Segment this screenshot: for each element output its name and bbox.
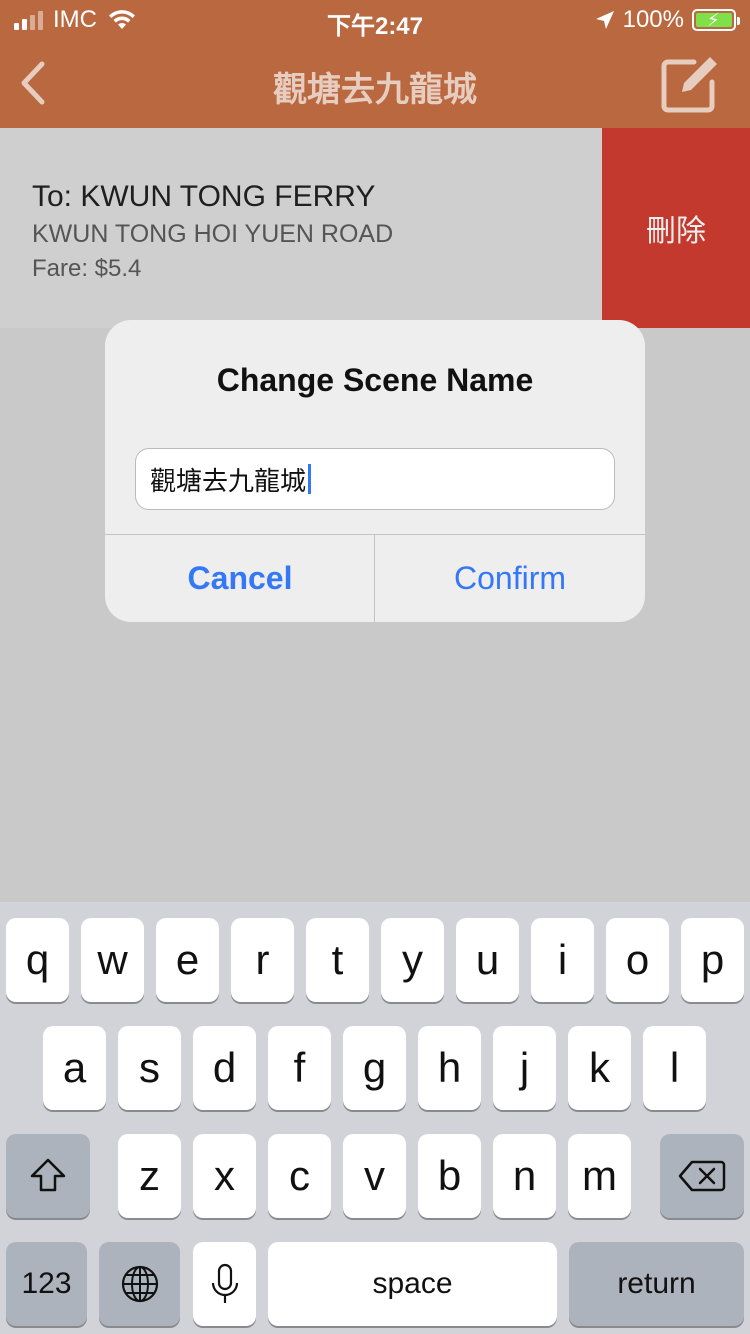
key-y[interactable]: y <box>381 918 444 1002</box>
delete-key[interactable] <box>660 1134 744 1218</box>
microphone-icon <box>211 1263 238 1303</box>
scene-name-input[interactable]: 觀塘去九龍城 <box>135 448 615 510</box>
key-x[interactable]: x <box>193 1134 256 1218</box>
status-bar: IMC 下午2:47 100% ⚡ <box>0 0 750 40</box>
key-a[interactable]: a <box>43 1026 106 1110</box>
route-list-item[interactable]: To: KWUN TONG FERRY KWUN TONG HOI YUEN R… <box>0 128 602 328</box>
key-o[interactable]: o <box>606 918 669 1002</box>
stop-name-label: KWUN TONG HOI YUEN ROAD <box>32 220 394 248</box>
key-k[interactable]: k <box>568 1026 631 1110</box>
key-h[interactable]: h <box>418 1026 481 1110</box>
battery-percentage: 100% <box>622 6 684 33</box>
key-n[interactable]: n <box>493 1134 556 1218</box>
key-l[interactable]: l <box>643 1026 706 1110</box>
navigation-bar: 觀塘去九龍城 <box>0 40 750 128</box>
space-key[interactable]: space <box>268 1242 557 1326</box>
page-title: 觀塘去九龍城 <box>273 71 477 109</box>
battery-icon: ⚡ <box>692 9 740 31</box>
status-left: IMC <box>14 6 137 34</box>
key-j[interactable]: j <box>493 1026 556 1110</box>
key-s[interactable]: s <box>118 1026 181 1110</box>
key-g[interactable]: g <box>343 1026 406 1110</box>
location-arrow-icon <box>595 11 614 29</box>
edit-scene-button[interactable] <box>658 52 722 116</box>
shift-arrow-icon <box>30 1158 66 1192</box>
text-caret <box>308 464 312 494</box>
key-d[interactable]: d <box>193 1026 256 1110</box>
key-t[interactable]: t <box>306 918 369 1002</box>
key-r[interactable]: r <box>231 918 294 1002</box>
scene-name-value: 觀塘去九龍城 <box>150 465 307 496</box>
key-z[interactable]: z <box>118 1134 181 1218</box>
backspace-icon <box>678 1160 726 1192</box>
keyboard: q w e r t y u i o p a s d f g h j k l z … <box>0 902 750 1334</box>
charging-bolt-icon: ⚡ <box>707 10 720 30</box>
status-right: 100% ⚡ <box>595 6 740 34</box>
key-i[interactable]: i <box>531 918 594 1002</box>
globe-key[interactable] <box>99 1242 180 1326</box>
dictation-key[interactable] <box>193 1242 256 1326</box>
globe-icon <box>121 1265 158 1303</box>
wifi-icon <box>109 10 135 29</box>
return-key[interactable]: return <box>569 1242 744 1326</box>
key-v[interactable]: v <box>343 1134 406 1218</box>
numbers-key[interactable]: 123 <box>6 1242 87 1326</box>
carrier-label: IMC <box>53 6 97 33</box>
fare-label: Fare: $5.4 <box>32 255 142 282</box>
dialog-title: Change Scene Name <box>216 362 534 398</box>
cancel-button[interactable]: Cancel <box>105 535 375 622</box>
confirm-button[interactable]: Confirm <box>375 535 645 622</box>
key-e[interactable]: e <box>156 918 219 1002</box>
delete-button[interactable]: 刪除 <box>602 128 750 328</box>
key-f[interactable]: f <box>268 1026 331 1110</box>
destination-label: To: KWUN TONG FERRY <box>32 180 376 213</box>
key-w[interactable]: w <box>81 918 144 1002</box>
key-u[interactable]: u <box>456 918 519 1002</box>
compose-icon <box>661 57 717 113</box>
key-q[interactable]: q <box>6 918 69 1002</box>
key-m[interactable]: m <box>568 1134 631 1218</box>
key-c[interactable]: c <box>268 1134 331 1218</box>
shift-key[interactable] <box>6 1134 90 1218</box>
change-name-dialog: Change Scene Name 觀塘去九龍城 Cancel Confirm <box>105 320 645 622</box>
key-p[interactable]: p <box>681 918 744 1002</box>
cellular-signal-icon <box>14 10 43 30</box>
key-b[interactable]: b <box>418 1134 481 1218</box>
